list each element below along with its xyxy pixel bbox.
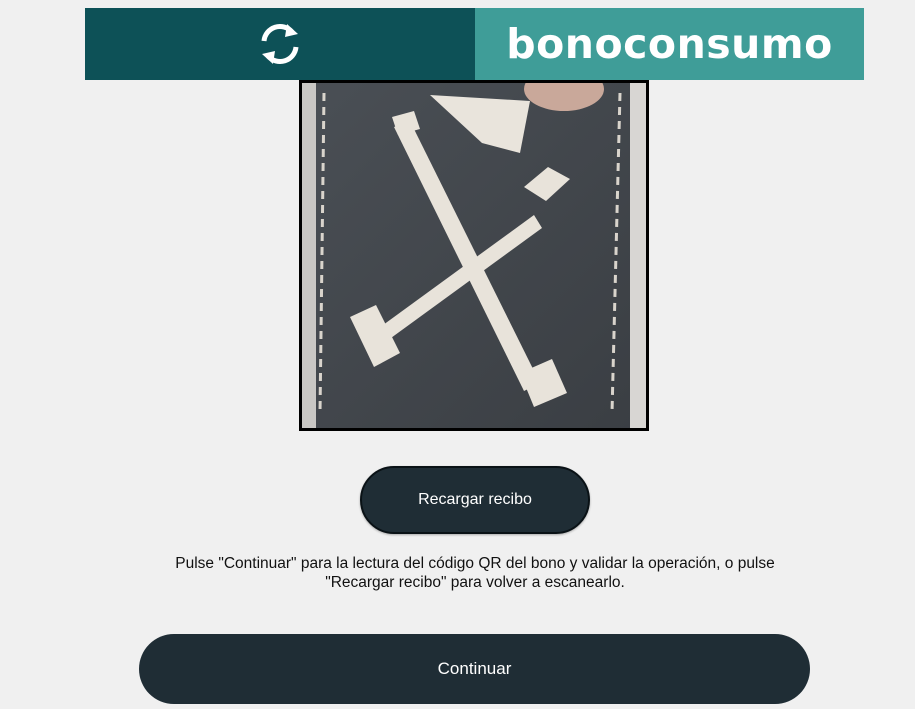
header-left-panel	[85, 8, 475, 80]
continue-button[interactable]: Continuar	[139, 634, 810, 704]
scan-page: bonoconsumo Recargar recibo Pulse "Conti…	[0, 0, 915, 709]
app-header: bonoconsumo	[85, 8, 864, 80]
reload-receipt-button[interactable]: Recargar recibo	[360, 466, 590, 534]
camera-feed-image	[302, 83, 646, 428]
instructions-line-1: Pulse "Continuar" para la lectura del có…	[175, 555, 775, 572]
header-brand-panel: bonoconsumo	[475, 8, 864, 80]
brand-logo: bonoconsumo	[506, 20, 833, 68]
instructions-text: Pulse "Continuar" para la lectura del có…	[100, 554, 850, 592]
refresh-button[interactable]	[254, 18, 306, 70]
camera-preview	[299, 80, 649, 431]
refresh-icon	[261, 24, 299, 64]
instructions-line-2: "Recargar recibo" para volver a escanear…	[325, 574, 625, 591]
